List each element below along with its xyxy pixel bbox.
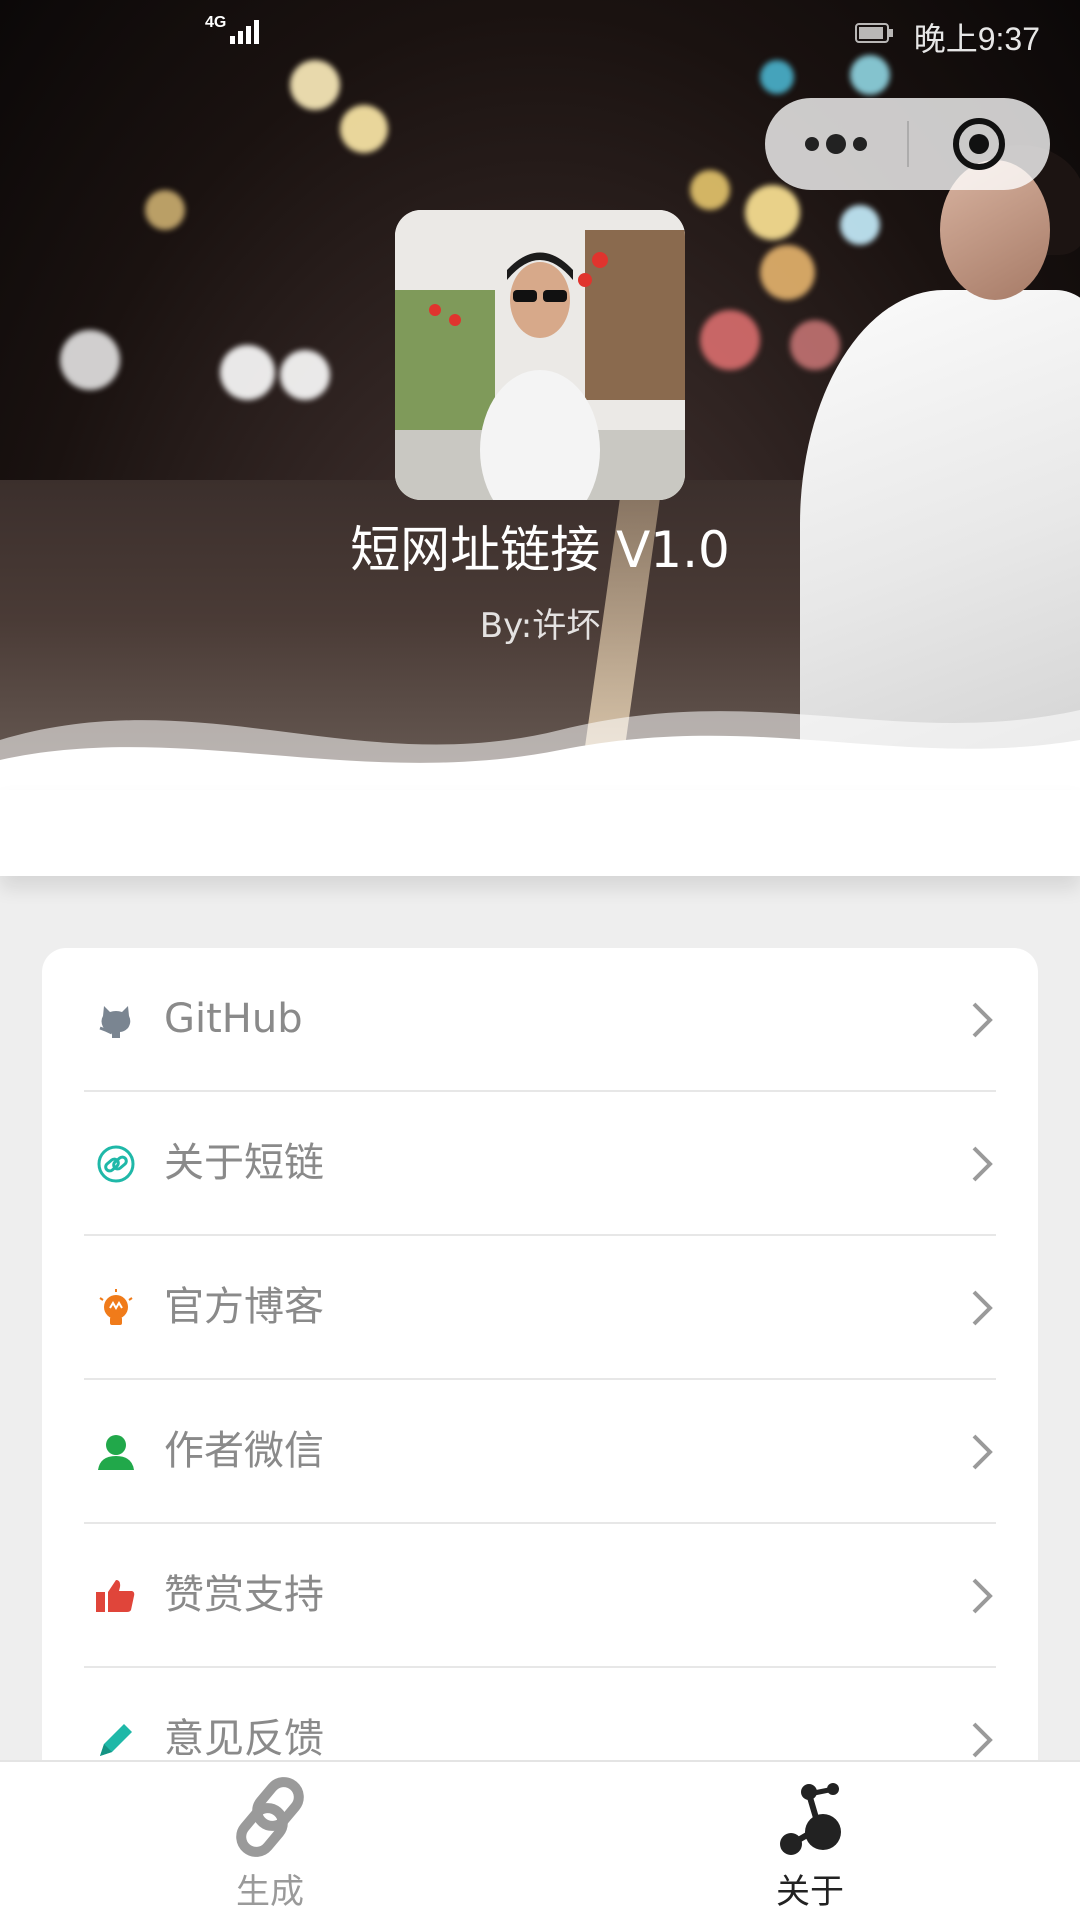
menu-item-label: 官方博客 bbox=[164, 1284, 324, 1330]
chevron-right-icon bbox=[972, 1290, 993, 1326]
menu-item-label: 赞赏支持 bbox=[164, 1572, 324, 1618]
pencil-icon bbox=[100, 1724, 132, 1756]
more-dots-icon bbox=[805, 134, 867, 154]
menu-item-label: 作者微信 bbox=[164, 1428, 324, 1474]
menu-item-reward-support[interactable]: 赞赏支持 bbox=[42, 1524, 1038, 1668]
author-avatar bbox=[395, 210, 685, 500]
bokeh-light bbox=[690, 170, 730, 210]
menu-item-label: 关于短链 bbox=[164, 1140, 324, 1186]
chevron-right-icon bbox=[972, 1434, 993, 1470]
lightbulb-icon bbox=[99, 1289, 133, 1325]
chevron-right-icon bbox=[972, 1578, 993, 1614]
menu-item-author-wechat[interactable]: 作者微信 bbox=[42, 1380, 1038, 1524]
app-author: By:许坏 bbox=[479, 606, 601, 646]
status-time: 晚上9:37 bbox=[913, 21, 1040, 57]
link-icon bbox=[97, 1145, 135, 1183]
bokeh-light bbox=[60, 330, 120, 390]
molecule-icon bbox=[780, 1783, 841, 1855]
wave-divider bbox=[0, 710, 1080, 790]
chevron-right-icon bbox=[972, 1722, 993, 1758]
menu-item-label: 意见反馈 bbox=[164, 1716, 324, 1762]
bokeh-light bbox=[145, 190, 185, 230]
bokeh-light bbox=[280, 350, 330, 400]
network-type: 4G bbox=[205, 14, 227, 31]
tab-generate[interactable]: 生成 bbox=[0, 1762, 540, 1920]
more-button[interactable] bbox=[765, 98, 907, 190]
chevron-right-icon bbox=[972, 1002, 993, 1038]
miniprogram-capsule bbox=[765, 98, 1050, 190]
bokeh-light bbox=[700, 310, 760, 370]
header-bottom-band bbox=[0, 790, 1080, 876]
bottom-tab-bar: 生成 关于 bbox=[0, 1760, 1080, 1920]
tab-label: 生成 bbox=[236, 1872, 304, 1912]
menu-item-official-blog[interactable]: 官方博客 bbox=[42, 1236, 1038, 1380]
target-icon bbox=[953, 118, 1005, 170]
bokeh-light bbox=[340, 105, 388, 153]
menu-item-feedback[interactable]: 意见反馈 bbox=[42, 1668, 1038, 1768]
menu-item-label: GitHub bbox=[164, 996, 303, 1042]
tab-about[interactable]: 关于 bbox=[540, 1762, 1080, 1920]
background-bride-figure bbox=[780, 145, 1080, 790]
menu-item-github[interactable]: GitHub bbox=[42, 948, 1038, 1092]
signal-icon bbox=[230, 20, 259, 44]
app-title: 短网址链接 V1.0 bbox=[350, 521, 730, 579]
status-bar: 4G 晚上9:37 bbox=[0, 0, 1080, 70]
bokeh-light bbox=[220, 345, 275, 400]
about-menu-list: GitHub 关于短链 官方博客 作者微信 赞赏支持 意见反馈 bbox=[42, 948, 1038, 1768]
avatar-photo bbox=[395, 210, 685, 500]
person-icon bbox=[98, 1435, 134, 1470]
thumbs-up-icon bbox=[96, 1580, 135, 1612]
battery-icon bbox=[855, 23, 893, 43]
menu-item-about-shortlink[interactable]: 关于短链 bbox=[42, 1092, 1038, 1236]
chevron-right-icon bbox=[972, 1146, 993, 1182]
github-icon bbox=[99, 1006, 131, 1038]
close-miniprogram-button[interactable] bbox=[908, 98, 1050, 190]
link-chain-icon bbox=[236, 1777, 304, 1857]
header-banner: 4G 晚上9:37 短网址链接 V1.0 By:许坏 bbox=[0, 0, 1080, 790]
tab-label: 关于 bbox=[776, 1872, 844, 1912]
